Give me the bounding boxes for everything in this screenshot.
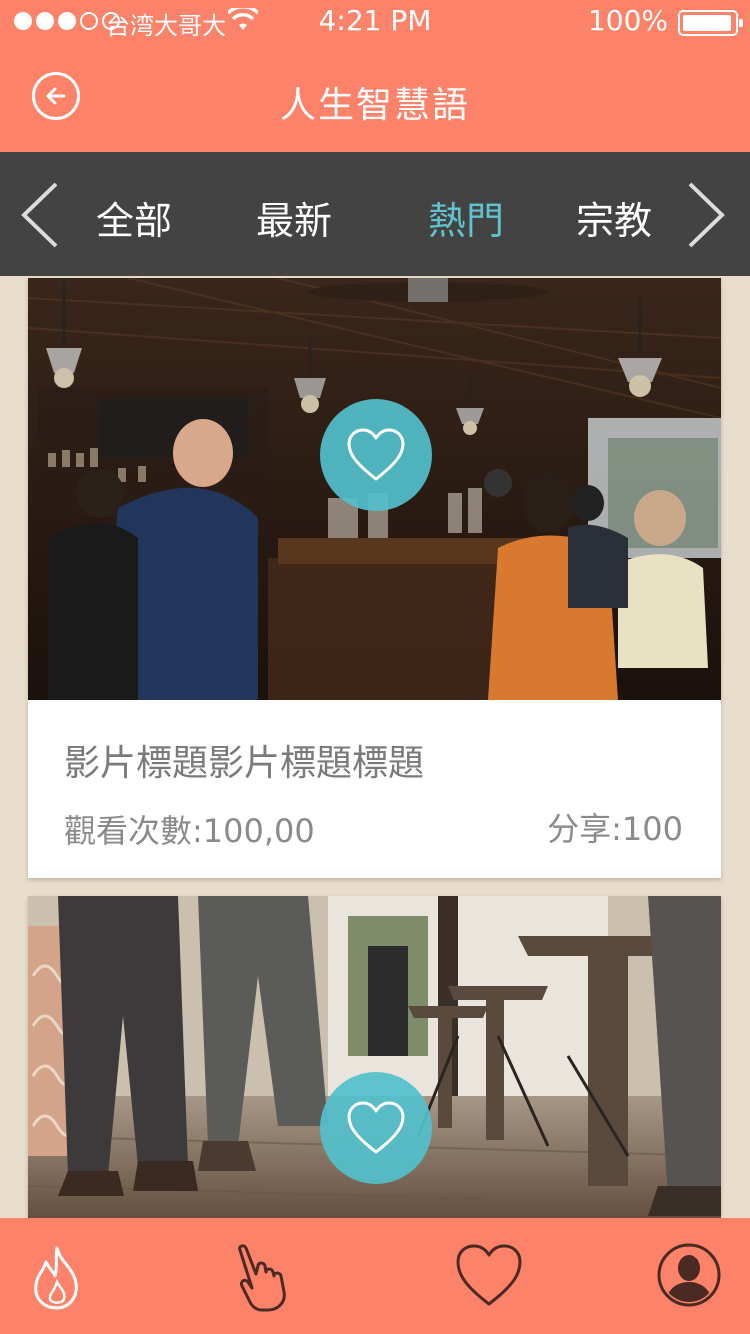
category-bar: 全部 最新 熱門 宗教 [0, 152, 750, 276]
tab-latest[interactable]: 最新 [234, 190, 354, 245]
like-button[interactable] [320, 399, 432, 511]
page-title: 人生智慧語 [279, 85, 470, 126]
battery-percent: 100% [587, 4, 668, 37]
tab-religion[interactable]: 宗教 [554, 190, 674, 245]
bottom-tab-bar [0, 1218, 750, 1334]
like-button[interactable] [320, 1072, 432, 1184]
hand-pointer-icon[interactable] [226, 1242, 296, 1312]
share-count: 分享:100 [547, 810, 683, 848]
heart-icon [347, 428, 405, 481]
view-count: 觀看次數:100,00 [64, 812, 315, 850]
chevron-right-icon[interactable] [684, 180, 730, 250]
video-title: 影片標題影片標題標題 [64, 743, 425, 784]
profile-icon[interactable] [656, 1242, 722, 1308]
flame-icon[interactable] [22, 1242, 92, 1312]
heart-icon[interactable] [454, 1242, 524, 1312]
video-thumbnail[interactable] [28, 896, 721, 1236]
battery-icon [678, 10, 743, 36]
chevron-left-icon[interactable] [16, 180, 62, 250]
tab-popular[interactable]: 熱門 [406, 190, 526, 245]
video-card[interactable]: 影片標題影片標題標題 觀看次數:100,00 分享:100 [28, 278, 721, 878]
heart-icon [347, 1101, 405, 1154]
status-bar: 台湾大哥大 4:21 PM 100% [0, 0, 750, 44]
tab-all[interactable]: 全部 [74, 190, 194, 245]
video-card[interactable] [28, 896, 721, 1236]
top-bar: 台湾大哥大 4:21 PM 100% 人生智慧語 [0, 0, 750, 152]
